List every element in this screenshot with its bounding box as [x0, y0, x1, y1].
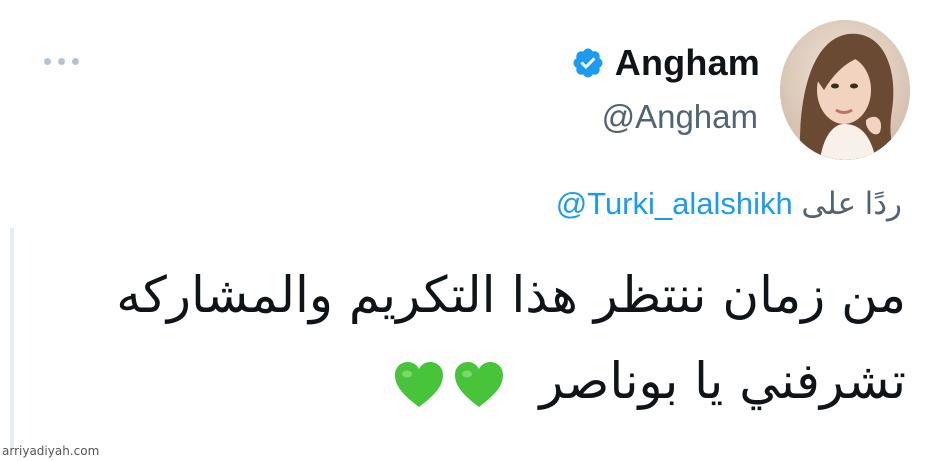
source-watermark: arriyadiyah.com [2, 444, 100, 458]
author-display-name[interactable]: Angham [615, 42, 760, 84]
author-handle[interactable]: @Angham [602, 98, 758, 136]
avatar[interactable] [780, 20, 910, 160]
tweet-text-line-2: تشرفني يا بوناصر [46, 338, 906, 424]
more-dots-icon[interactable] [44, 58, 79, 65]
profile-photo [780, 20, 910, 160]
tweet-text-line-1: من زمان ننتظر هذا التكريم والمشاركه [116, 266, 906, 324]
verified-badge-icon [573, 48, 603, 78]
reply-context: ردًا على @Turki_alalshikh [556, 186, 902, 222]
thread-rule [10, 228, 14, 448]
reply-mention-link[interactable]: @Turki_alalshikh [556, 186, 793, 221]
dot [58, 58, 65, 65]
emoji-group [393, 361, 505, 409]
reply-prefix: ردًا على [801, 186, 902, 221]
dot [44, 58, 51, 65]
tweet-body: من زمان ننتظر هذا التكريم والمشاركه تشرف… [46, 252, 906, 424]
green-heart-icon [395, 361, 444, 407]
dot [72, 58, 79, 65]
author-name-row[interactable]: Angham [571, 42, 760, 84]
green-heart-icon [455, 361, 504, 407]
tweet-card: Angham @Angham ردًا على @Turki_alalshikh [0, 0, 950, 461]
tweet-text-line-2-content: تشرفني يا بوناصر [539, 352, 906, 410]
